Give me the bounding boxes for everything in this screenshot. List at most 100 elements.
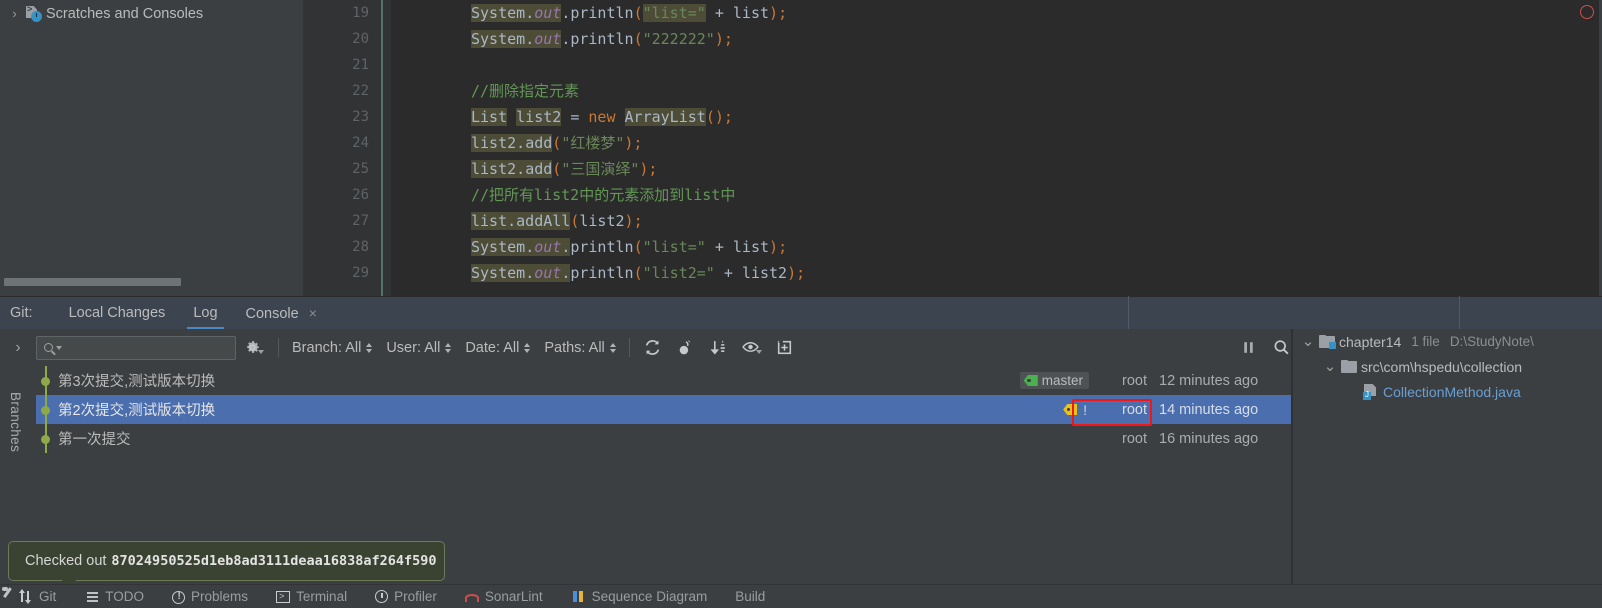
code-token: System — [471, 4, 526, 22]
status-bar-item-todo[interactable]: TODO — [84, 589, 144, 604]
commit-row[interactable]: 第2次提交,测试版本切换! root 14 minutes ago — [36, 395, 1291, 424]
code-token: = — [561, 108, 589, 126]
chevron-updown-icon[interactable] — [524, 342, 531, 353]
code-editor[interactable]: 19 20 21 22 23 24 25 26 27 28 29 System.out.printl… — [303, 0, 1602, 296]
code-token: ; — [633, 212, 643, 230]
detail-folder-row[interactable]: ⌄ src\com\hspedu\collection — [1293, 354, 1602, 379]
detail-file-row[interactable]: CollectionMethod.java — [1293, 379, 1602, 404]
close-icon[interactable]: × — [309, 305, 317, 321]
git-tab-bar: Git: Local Changes Log Console × — [0, 296, 1299, 330]
notification-message: Checked out — [25, 553, 107, 569]
chevron-updown-icon[interactable] — [609, 342, 616, 353]
eye-icon — [742, 342, 759, 352]
search-icon — [1274, 340, 1289, 355]
code-line[interactable]: System.out.println("list=" + list); — [471, 234, 787, 260]
code-line[interactable]: System.out.println("list2=" + list2); — [471, 260, 805, 286]
settings-gear-button[interactable] — [236, 329, 272, 366]
code-line[interactable]: System.out.println("list=" + list); — [471, 0, 787, 26]
code-line[interactable]: List list2 = new ArrayList(); — [471, 104, 733, 130]
search-input[interactable] — [36, 335, 236, 360]
new-branch-button[interactable] — [768, 329, 801, 366]
status-bar-item-profiler[interactable]: Profiler — [375, 589, 437, 604]
status-bar-item-problems[interactable]: Problems — [172, 589, 248, 604]
code-token: add — [525, 134, 553, 152]
filter-user[interactable]: User: All — [379, 329, 458, 366]
code-line[interactable]: list2.add("红楼梦"); — [471, 130, 642, 156]
code-line[interactable]: System.out.println("222222"); — [471, 26, 733, 52]
tab-log[interactable]: Log — [179, 297, 231, 330]
sort-button[interactable] — [702, 329, 735, 366]
code-token: . — [516, 160, 526, 178]
graph-node — [41, 435, 50, 444]
expand-branches-icon[interactable]: › — [0, 329, 36, 366]
commit-row[interactable]: 第一次提交 root 16 minutes ago — [36, 424, 1291, 453]
new-branch-icon — [777, 340, 791, 355]
code-token: "红楼梦" — [561, 134, 625, 152]
commit-list[interactable]: 第3次提交,测试版本切换 master root 12 minutes ago 第2次提… — [36, 366, 1291, 536]
code-token: list2 — [579, 212, 625, 230]
commit-ref-chip[interactable]: ! — [1059, 401, 1089, 419]
chevron-down-icon[interactable]: ⌄ — [1301, 334, 1315, 349]
git-log-toolbar: › Branch: All User: All Date: All Paths:… — [0, 329, 1299, 366]
code-token: //删除指定元素 — [471, 82, 580, 100]
tab-console[interactable]: Console × — [232, 297, 331, 330]
code-line[interactable]: list.addAll(list2); — [471, 208, 643, 234]
commit-author: root — [1122, 401, 1147, 418]
cherry-pick-button[interactable] — [669, 329, 702, 366]
pause-button[interactable] — [1232, 329, 1265, 366]
status-bar-item-build[interactable]: Build — [2, 587, 765, 604]
detail-file-count: 1 file — [1411, 334, 1440, 349]
git-tab-bar-right — [1299, 296, 1602, 329]
chevron-down-icon[interactable] — [56, 345, 62, 350]
status-bar-item-terminal[interactable]: Terminal — [276, 589, 347, 604]
code-token: . — [561, 4, 571, 22]
scrollbar-thumb[interactable] — [4, 278, 181, 286]
code-token: . — [525, 4, 535, 22]
code-token: list2 — [471, 160, 517, 178]
chevron-right-icon[interactable]: › — [8, 7, 21, 20]
toolbar-divider-2 — [628, 338, 630, 357]
chevron-updown-icon[interactable] — [445, 342, 452, 353]
refresh-button[interactable] — [636, 329, 669, 366]
notification-balloon[interactable]: Checked out 87024950525d1eb8ad3111deaa16… — [8, 541, 445, 581]
status-bar-item-sonarlint[interactable]: SonarLint — [464, 589, 543, 604]
commit-subject: 第3次提交,测试版本切换 — [58, 374, 216, 390]
show-details-button[interactable] — [735, 329, 768, 366]
commit-ref-chip[interactable]: master — [1019, 372, 1089, 389]
project-tool-window: › Scratches and Consoles — [0, 0, 303, 296]
commit-row[interactable]: 第3次提交,测试版本切换 master root 12 minutes ago — [36, 366, 1291, 395]
status-indicator-icon[interactable] — [1580, 5, 1594, 19]
code-line[interactable]: list2.add("三国演绎"); — [471, 156, 657, 182]
code-line[interactable]: //把所有list2中的元素添加到list中 — [471, 182, 735, 208]
code-token: List — [471, 108, 508, 126]
detail-node-name: CollectionMethod.java — [1383, 383, 1521, 400]
status-bar-item-git[interactable]: Git — [18, 589, 56, 604]
project-horizontal-scrollbar[interactable] — [4, 278, 300, 286]
code-token: . — [525, 264, 535, 282]
profiler-icon — [375, 590, 389, 603]
filter-paths[interactable]: Paths: All — [537, 329, 622, 366]
line-number: 19 — [352, 5, 369, 21]
filter-date[interactable]: Date: All — [458, 329, 537, 366]
code-line[interactable]: //删除指定元素 — [471, 78, 579, 104]
chevron-down-icon[interactable] — [755, 350, 762, 354]
chevron-down-icon[interactable]: ⌄ — [1323, 359, 1337, 374]
tree-item-scratches[interactable]: › Scratches and Consoles — [0, 0, 303, 27]
code-token: println — [570, 30, 634, 48]
toolbar-divider — [278, 338, 279, 357]
gear-dropdown-caret-icon[interactable] — [258, 349, 264, 354]
filter-label: User: All — [386, 339, 441, 356]
code-token: println — [570, 4, 634, 22]
filter-branch[interactable]: Branch: All — [285, 329, 379, 366]
editor-code-area[interactable]: System.out.println("list=" + list); Syste… — [391, 0, 1602, 296]
tab-local-changes[interactable]: Local Changes — [55, 297, 180, 330]
chevron-updown-icon[interactable] — [366, 342, 373, 353]
code-token: ArrayList — [624, 108, 706, 126]
code-token: ; — [796, 264, 806, 282]
code-token: addAll — [516, 212, 571, 230]
status-bar-item-sequence-diagram[interactable]: Sequence Diagram — [571, 589, 708, 604]
status-bar-item-label: Sequence Diagram — [591, 589, 708, 604]
detail-folder-row[interactable]: ⌄ chapter14 1 file D:\StudyNote\ — [1293, 329, 1602, 354]
code-token: . — [516, 134, 526, 152]
